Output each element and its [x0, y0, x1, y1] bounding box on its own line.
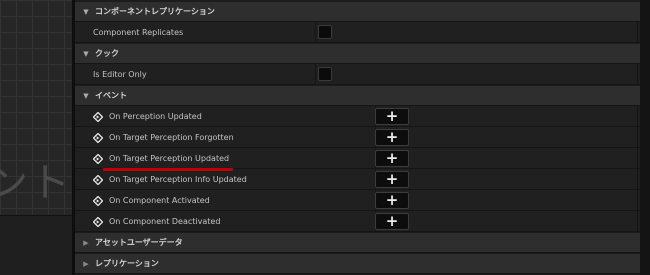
event-diamond-icon: [93, 153, 103, 164]
category-asset-user-data[interactable]: ▶ アセットユーザーデータ: [75, 233, 640, 253]
event-label: On Perception Updated: [109, 112, 202, 121]
add-event-button[interactable]: +: [375, 213, 409, 230]
category-title: クック: [95, 49, 119, 58]
triangle-down-icon: ▼: [83, 49, 89, 58]
category-title: レプリケーション: [95, 259, 159, 268]
category-title: コンポーネントレプリケーション: [95, 7, 215, 16]
details-panel: ▼ コンポーネントレプリケーション Component Replicates ▼…: [75, 0, 640, 275]
column-divider: [315, 22, 316, 43]
category-replication[interactable]: ▶ レプリケーション: [75, 254, 640, 274]
event-label: On Target Perception Updated: [109, 154, 230, 163]
triangle-down-icon: ▼: [83, 7, 89, 16]
is-editor-only-checkbox[interactable]: [318, 67, 332, 81]
triangle-down-icon: ▼: [83, 91, 89, 100]
add-event-button[interactable]: +: [375, 108, 409, 125]
category-title: イベント: [95, 91, 127, 100]
event-label: On Target Perception Info Updated: [109, 175, 247, 184]
column-divider: [637, 148, 638, 169]
category-cook[interactable]: ▼ クック: [75, 44, 640, 64]
event-diamond-icon: [93, 174, 103, 185]
event-name: On Component Activated: [75, 190, 375, 211]
event-label: On Component Deactivated: [109, 217, 221, 226]
event-row-on-component-activated: On Component Activated +: [75, 190, 640, 211]
graph-viewport[interactable]: ント: [0, 0, 72, 275]
property-row-is-editor-only: Is Editor Only: [75, 64, 640, 85]
add-event-button[interactable]: +: [375, 150, 409, 167]
event-name: On Target Perception Forgotten: [75, 127, 375, 148]
event-name: On Target Perception Info Updated: [75, 169, 375, 190]
viewport-bottom-bar: [0, 215, 72, 275]
add-event-button[interactable]: +: [375, 129, 409, 146]
category-title: アセットユーザーデータ: [95, 238, 183, 247]
viewport-watermark: ント: [0, 160, 72, 206]
column-divider: [637, 106, 638, 127]
highlight-underline: [103, 168, 233, 171]
event-name: On Perception Updated: [75, 106, 375, 127]
column-divider: [637, 169, 638, 190]
event-diamond-icon: [93, 111, 103, 122]
event-name: On Target Perception Updated: [75, 148, 375, 169]
event-diamond-icon: [93, 216, 103, 227]
triangle-right-icon: ▶: [83, 259, 89, 268]
event-diamond-icon: [93, 195, 103, 206]
editor-root: ント ▼ コンポーネントレプリケーション Component Replicate…: [0, 0, 650, 275]
event-label: On Component Activated: [109, 196, 210, 205]
property-label: Component Replicates: [93, 28, 184, 37]
event-row-on-target-perception-updated: On Target Perception Updated +: [75, 148, 640, 169]
category-events[interactable]: ▼ イベント: [75, 86, 640, 106]
event-row-on-target-perception-forgotten: On Target Perception Forgotten +: [75, 127, 640, 148]
event-row-on-component-deactivated: On Component Deactivated +: [75, 211, 640, 232]
add-event-button[interactable]: +: [375, 192, 409, 209]
triangle-right-icon: ▶: [83, 238, 89, 247]
column-divider: [637, 211, 638, 232]
event-name: On Component Deactivated: [75, 211, 375, 232]
column-divider: [637, 64, 638, 85]
column-divider: [315, 64, 316, 85]
column-divider: [637, 190, 638, 211]
property-label: Is Editor Only: [93, 70, 147, 79]
column-divider: [637, 127, 638, 148]
property-row-component-replicates: Component Replicates: [75, 22, 640, 43]
event-row-on-perception-updated: On Perception Updated +: [75, 106, 640, 127]
component-replicates-checkbox[interactable]: [318, 25, 332, 39]
event-row-on-target-perception-info-updated: On Target Perception Info Updated +: [75, 169, 640, 190]
panel-scrollbar[interactable]: [640, 0, 650, 275]
column-divider: [637, 22, 638, 43]
category-component-replication[interactable]: ▼ コンポーネントレプリケーション: [75, 2, 640, 22]
add-event-button[interactable]: +: [375, 171, 409, 188]
event-diamond-icon: [93, 132, 103, 143]
event-label: On Target Perception Forgotten: [109, 133, 234, 142]
